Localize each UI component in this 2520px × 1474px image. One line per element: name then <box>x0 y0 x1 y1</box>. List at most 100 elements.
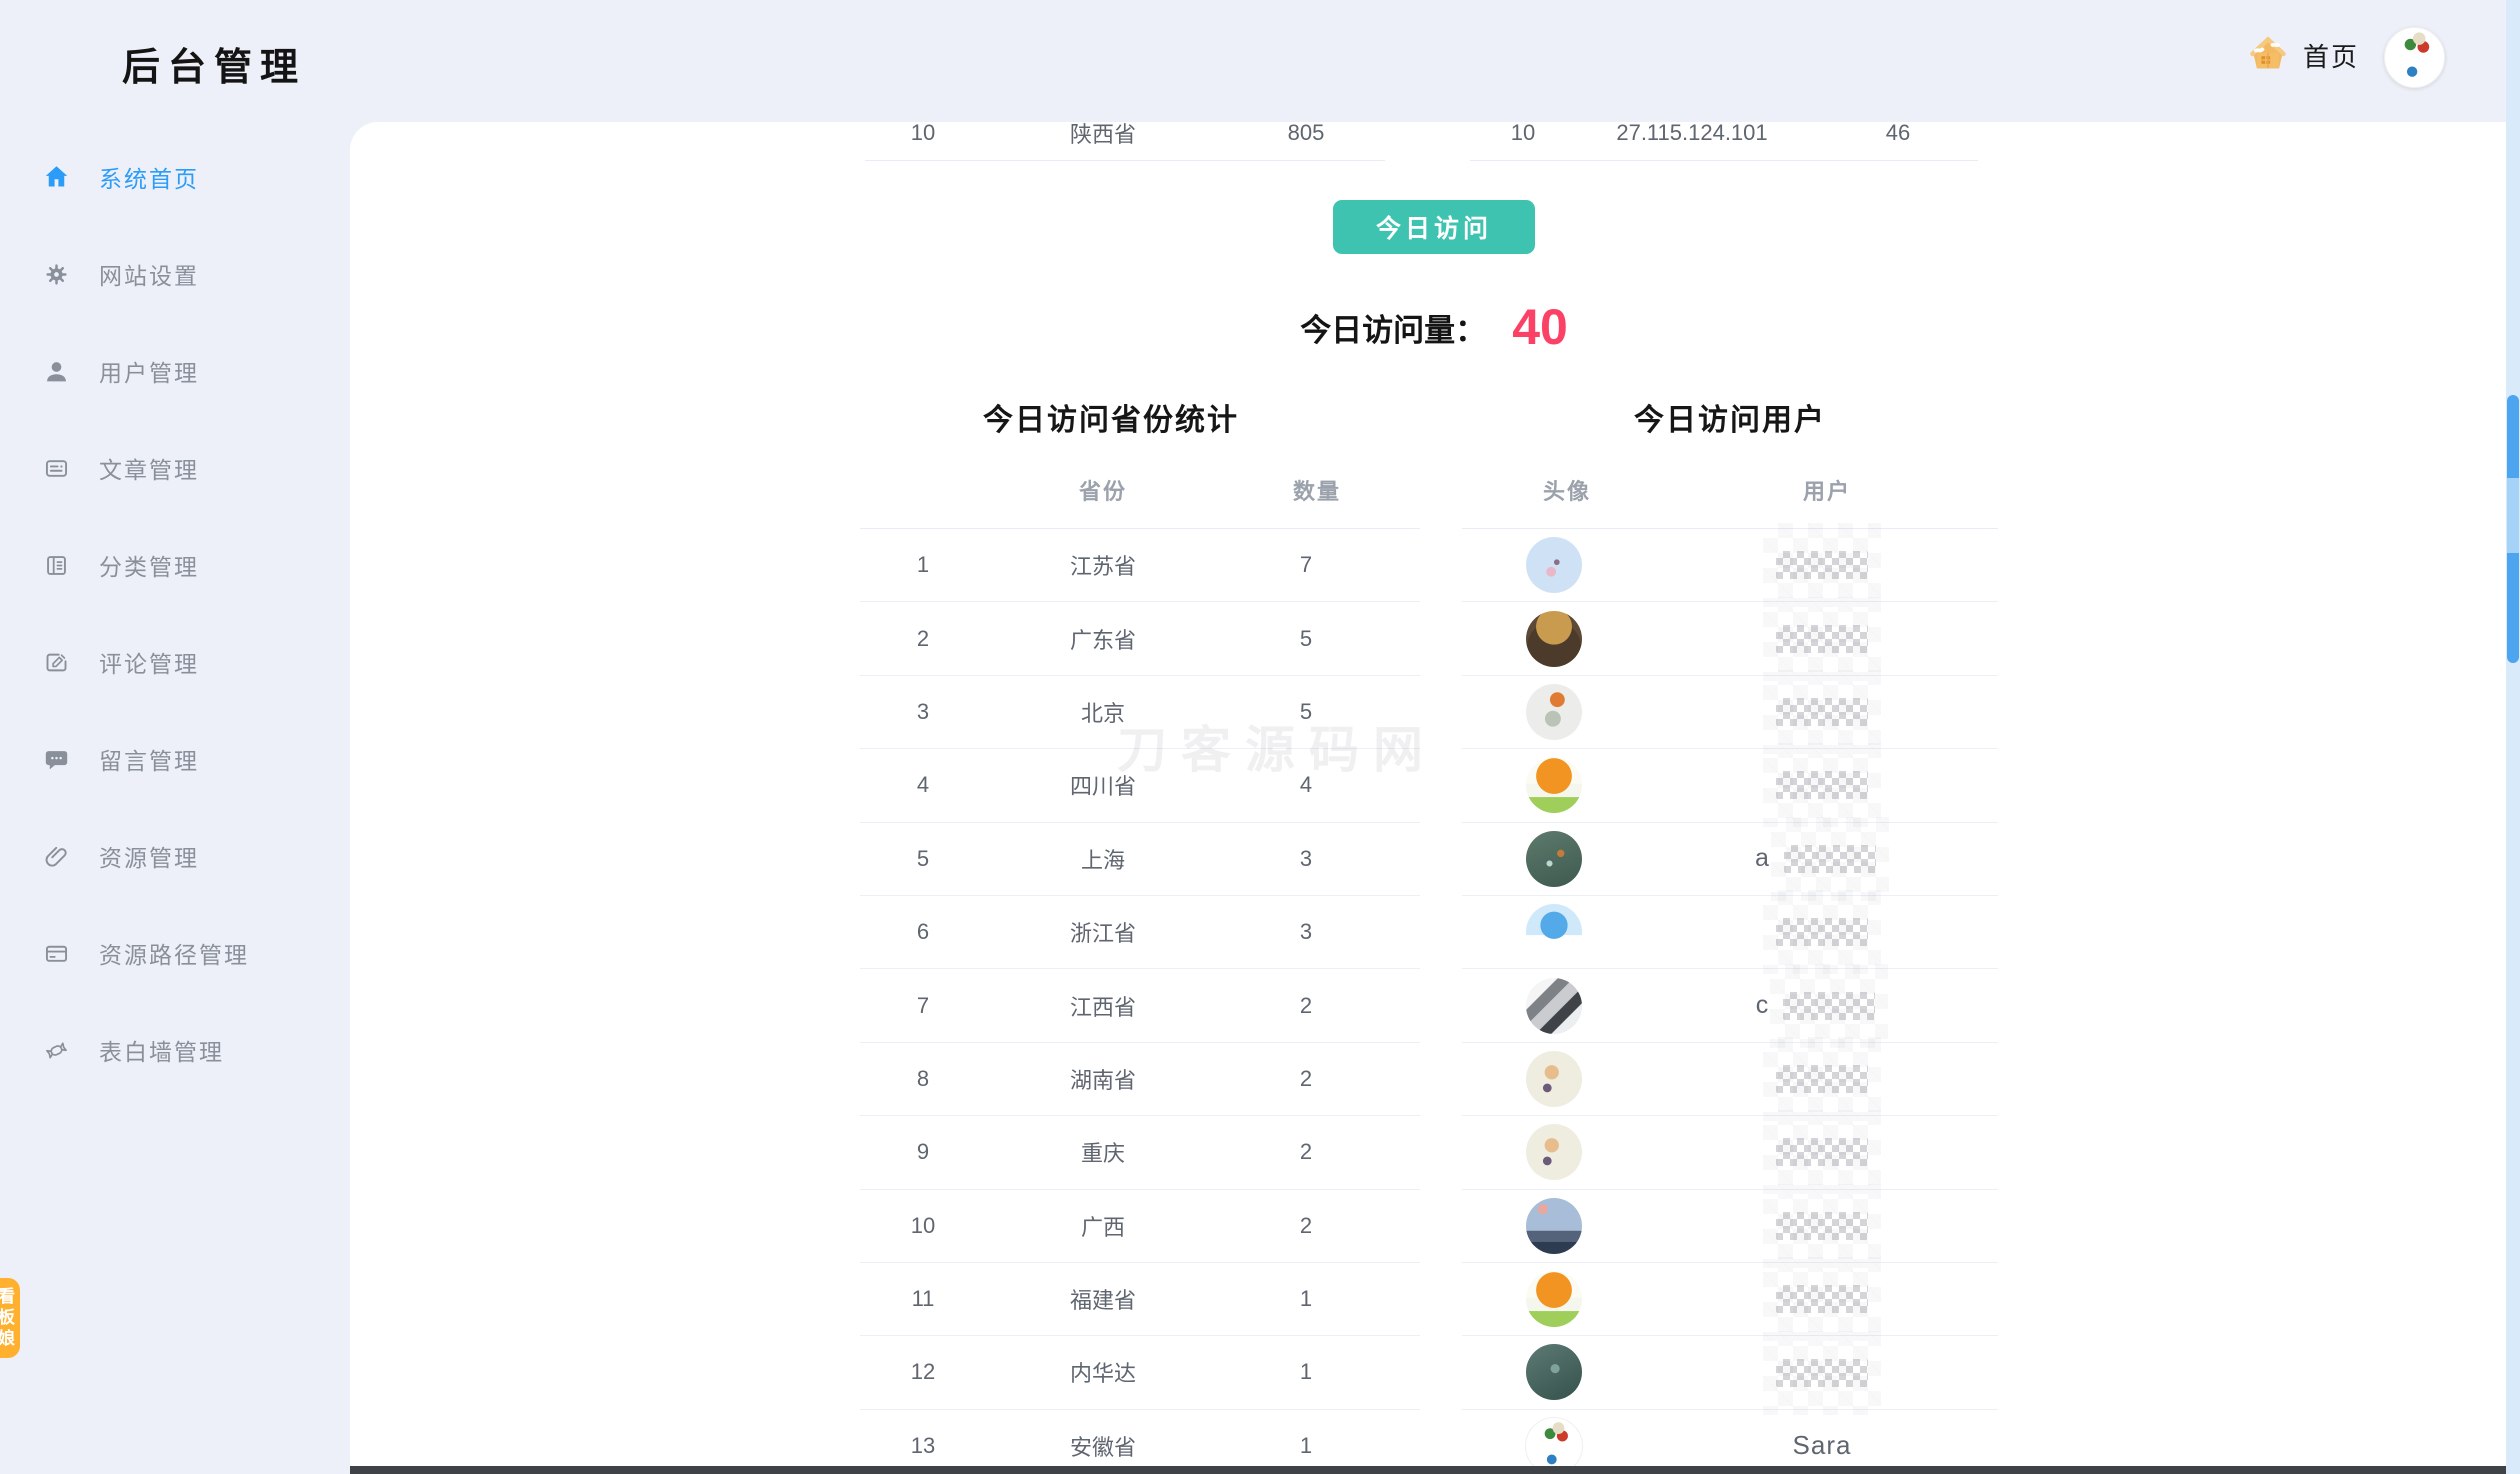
dark-teal-photo-avatar <box>1526 1344 1582 1400</box>
user-avatar-cell <box>1462 1344 1646 1400</box>
province-table-row: 7江西省2 <box>860 969 1420 1042</box>
article-icon <box>43 455 70 482</box>
sidebar-item-系统首页[interactable]: 系统首页 <box>43 155 199 199</box>
user-avatar-cell <box>1462 1417 1646 1466</box>
card-icon <box>43 940 70 967</box>
sidebar-item-label: 系统首页 <box>99 160 199 194</box>
user-name-pixelated <box>1771 817 1889 901</box>
province-rank: 13 <box>860 1433 986 1459</box>
user-name-cell: Sara <box>1646 1430 1998 1461</box>
header-user-avatar[interactable] <box>2384 27 2445 88</box>
province-rank: 1 <box>860 552 986 578</box>
autumn-tree-avatar <box>1526 757 1582 813</box>
user-avatar-cell <box>1462 904 1646 960</box>
sidebar-item-label: 留言管理 <box>99 742 199 776</box>
user-table-row <box>1462 1190 1998 1263</box>
col-header-user: 用户 <box>1727 474 1927 510</box>
user-name-pixelated <box>1763 1331 1881 1415</box>
sidebar-item-用户管理[interactable]: 用户管理 <box>43 349 199 393</box>
province-table-title: 今日访问省份统计 <box>911 395 1311 439</box>
user-table-row <box>1462 1263 1998 1336</box>
province-count: 5 <box>1220 626 1392 652</box>
user-table-row <box>1462 896 1998 969</box>
user-name-cell <box>1646 1331 1998 1415</box>
category-icon <box>43 552 70 579</box>
user-avatar-cell <box>1462 684 1646 740</box>
province-table-row: 10广西2 <box>860 1190 1420 1263</box>
kanban-girl-badge[interactable]: 看板娘 <box>0 1278 20 1358</box>
scrolled-province-rank: 10 <box>860 122 986 146</box>
user-table-row <box>1462 1336 1998 1409</box>
province-name: 浙江省 <box>986 916 1220 948</box>
user-name-cell <box>1646 1257 1998 1341</box>
bottom-strip <box>350 1466 2520 1474</box>
sidebar-item-网站设置[interactable]: 网站设置 <box>43 252 199 296</box>
user-table-row: c <box>1462 969 1998 1042</box>
user-name-prefix: c <box>1756 991 1769 1020</box>
user-name-cell <box>1646 523 1998 607</box>
province-table-row: 8湖南省2 <box>860 1043 1420 1116</box>
user-name-cell <box>1646 597 1998 681</box>
sidebar-item-文章管理[interactable]: 文章管理 <box>43 446 199 490</box>
header-home-label: 首页 <box>2303 37 2359 74</box>
music-box-avatar <box>1526 1124 1582 1180</box>
scrollbar-track[interactable] <box>2506 0 2520 1474</box>
col-header-avatar: 头像 <box>1467 474 1667 510</box>
user-table-row <box>1462 602 1998 675</box>
teddy-bear-avatar <box>1526 611 1582 667</box>
user-icon <box>43 358 70 385</box>
user-name-pixelated-core <box>1776 1138 1868 1166</box>
user-table-row <box>1462 749 1998 822</box>
user-name-cell <box>1646 670 1998 754</box>
province-name: 江苏省 <box>986 549 1220 581</box>
snow-tree-avatar <box>1526 904 1582 960</box>
scrollbar-thumb[interactable] <box>2507 395 2519 663</box>
home-icon <box>43 164 70 191</box>
province-table-row: 5上海3 <box>860 823 1420 896</box>
province-count: 1 <box>1220 1433 1392 1459</box>
province-table-row: 11福建省1 <box>860 1263 1420 1336</box>
today-visit-stat: 今日访问量： 40 <box>1234 292 1634 362</box>
sidebar-item-资源管理[interactable]: 资源管理 <box>43 834 199 878</box>
kanban-girl-badge-label: 看板娘 <box>0 1287 17 1350</box>
header-home-link[interactable]: 首页 <box>2248 22 2359 88</box>
province-count: 3 <box>1220 919 1392 945</box>
province-rank: 10 <box>860 1213 986 1239</box>
col-header-count: 数量 <box>1217 474 1417 510</box>
scrolled-province-name: 陕西省 <box>986 122 1220 149</box>
province-count: 2 <box>1220 993 1392 1019</box>
province-table-body: 1江苏省72广东省53北京54四川省45上海36浙江省37江西省28湖南省29重… <box>860 528 1420 1466</box>
anime-sketch-avatar <box>1526 978 1582 1034</box>
user-name-pixelated-core <box>1783 992 1875 1020</box>
sidebar-item-分类管理[interactable]: 分类管理 <box>43 543 199 587</box>
province-table-row: 12内华达1 <box>860 1336 1420 1409</box>
user-name-pixelated-core <box>1784 845 1876 873</box>
user-name-pixelated-core <box>1776 551 1868 579</box>
scrolled-ip-row: 10 27.115.124.101 46 <box>1470 122 1988 157</box>
user-name-pixelated-core <box>1776 918 1868 946</box>
scrolled-ip-count: 46 <box>1808 122 1988 146</box>
sidebar-item-评论管理[interactable]: 评论管理 <box>43 640 199 684</box>
province-count: 7 <box>1220 552 1392 578</box>
province-table-row: 6浙江省3 <box>860 896 1420 969</box>
province-rank: 9 <box>860 1139 986 1165</box>
user-name-pixelated <box>1763 743 1881 827</box>
user-avatar-cell <box>1462 611 1646 667</box>
sidebar-item-资源路径管理[interactable]: 资源路径管理 <box>43 931 249 975</box>
scrolled-ip-rank: 10 <box>1470 122 1576 146</box>
province-table-row: 3北京5 <box>860 676 1420 749</box>
user-avatar-cell <box>1462 1271 1646 1327</box>
today-visit-button[interactable]: 今日访问 <box>1333 200 1535 254</box>
user-name-pixelated <box>1763 1110 1881 1194</box>
user-name-pixelated-core <box>1776 771 1868 799</box>
sidebar-item-表白墙管理[interactable]: 表白墙管理 <box>43 1028 224 1072</box>
user-name-cell: c <box>1646 964 1998 1048</box>
province-table-row: 1江苏省7 <box>860 529 1420 602</box>
sidebar-item-label: 文章管理 <box>99 451 199 485</box>
user-name-pixelated-core <box>1776 1065 1868 1093</box>
app-title: 后台管理 <box>122 36 306 91</box>
user-name-pixelated <box>1763 597 1881 681</box>
sidebar-item-留言管理[interactable]: 留言管理 <box>43 737 199 781</box>
user-avatar-cell <box>1462 1198 1646 1254</box>
user-name-prefix: a <box>1755 844 1769 873</box>
